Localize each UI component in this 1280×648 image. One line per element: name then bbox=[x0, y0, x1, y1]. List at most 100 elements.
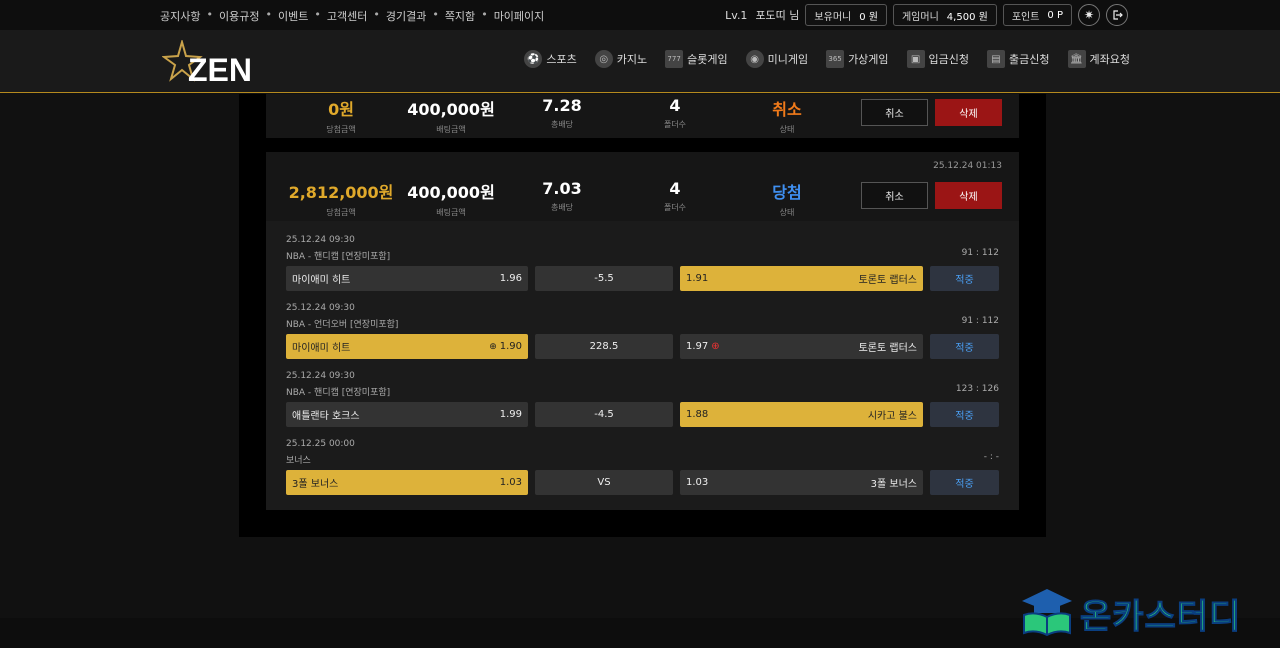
status-label: 상태 bbox=[779, 208, 795, 217]
nav-label: 미니게임 bbox=[767, 53, 809, 66]
link-notice[interactable]: 공지사항 bbox=[160, 8, 200, 24]
away-team-cell[interactable]: 1.97 ⊕ 토론토 랩터스 bbox=[680, 334, 923, 359]
nav-withdraw[interactable]: ▤ 출금신청 bbox=[987, 50, 1050, 68]
match-score: 91 : 112 bbox=[961, 248, 999, 258]
bet-detail-row: 25.12.25 00:00 보너스 - : - 3폴 보너스 1.03 VS … bbox=[286, 439, 999, 499]
nav-deposit[interactable]: ▣ 입금신청 bbox=[906, 50, 970, 68]
withdraw-icon: ▤ bbox=[987, 50, 1006, 68]
home-odds: 1.96 bbox=[499, 273, 522, 284]
top-bar: 공지사항 • 이용규정 • 이벤트 • 고객센터 • 경기결과 • 쪽지함 • 마이페이지 … bbox=[0, 0, 1280, 30]
home-odds: 1.90 bbox=[499, 341, 522, 352]
nav-label: 출금신청 bbox=[1009, 53, 1050, 66]
away-team-name: 토론토 랩터스 bbox=[858, 343, 917, 354]
folder-count: 4 bbox=[669, 179, 681, 198]
handicap-cell[interactable]: -5.5 bbox=[535, 266, 673, 291]
holding-money-label: 보유머니 bbox=[814, 11, 852, 23]
nav-account[interactable]: 🏛 계좌요청 bbox=[1067, 50, 1130, 68]
bet-amount-col: 400,000원 배팅금액 bbox=[386, 179, 516, 218]
away-team-name: 토론토 랩터스 bbox=[858, 275, 917, 286]
total-odds: 7.28 bbox=[542, 96, 582, 115]
match-league: 보너스 bbox=[286, 456, 311, 466]
separator-dot: • bbox=[373, 8, 380, 21]
home-team-cell[interactable]: 3폴 보너스 1.03 bbox=[286, 470, 528, 495]
away-odds-group: 1.97 ⊕ bbox=[686, 341, 720, 352]
total-line-cell[interactable]: 228.5 bbox=[535, 334, 673, 359]
home-odds-group: ⊕ 1.90 bbox=[489, 341, 522, 352]
holding-money-pill[interactable]: 보유머니 0 원 bbox=[805, 4, 887, 26]
home-team-name: 애틀랜타 호크스 bbox=[292, 411, 360, 422]
bet-summary: 2,812,000원 당첨금액 400,000원 배팅금액 7.03 총배당 4… bbox=[266, 152, 1019, 221]
separator-dot: • bbox=[265, 8, 272, 21]
casino-chip-icon: ◎ bbox=[594, 50, 613, 68]
link-support[interactable]: 고객센터 bbox=[327, 8, 367, 24]
result-badge: 적중 bbox=[930, 402, 999, 427]
match-league: NBA - 언더오버 [연장미포함] bbox=[286, 320, 399, 330]
home-team-cell[interactable]: 마이애미 히트 ⊕ 1.90 bbox=[286, 334, 528, 359]
away-team-cell[interactable]: 1.88 시카고 불스 bbox=[680, 402, 923, 427]
delete-button[interactable]: 삭제 bbox=[935, 182, 1002, 209]
bet-slip-card: 0원 당첨금액 400,000원 배팅금액 7.28 총배당 4 폴더수 취소 … bbox=[266, 94, 1019, 138]
match-score: 123 : 126 bbox=[955, 384, 999, 394]
points-pill[interactable]: 포인트 0 P bbox=[1002, 4, 1072, 26]
cancel-button[interactable]: 취소 bbox=[861, 182, 928, 209]
over-arrow-icon: ⊕ bbox=[489, 341, 497, 352]
vs-cell[interactable]: VS bbox=[535, 470, 673, 495]
bet-label: 배팅금액 bbox=[436, 208, 466, 217]
home-odds: 1.03 bbox=[499, 477, 522, 488]
link-rules[interactable]: 이용규정 bbox=[219, 8, 259, 24]
match-date: 25.12.24 09:30 bbox=[286, 371, 355, 381]
nav-label: 카지노 bbox=[616, 53, 648, 66]
nav-label: 스포츠 bbox=[546, 53, 577, 66]
home-team-name: 3폴 보너스 bbox=[292, 479, 339, 490]
main-navbar: ZEN ⚽ 스포츠 ◎ 카지노 777 슬롯게임 ◉ 미니게임 365 가상게임 ▣ 입금신… bbox=[0, 30, 1280, 93]
folders-col: 4 폴더수 bbox=[625, 96, 725, 130]
folder-count: 4 bbox=[669, 96, 681, 115]
game-money-pill[interactable]: 게임머니 4,500 원 bbox=[892, 4, 997, 26]
away-odds: 1.88 bbox=[686, 409, 709, 420]
logout-icon[interactable] bbox=[1106, 4, 1128, 26]
nav-menu: ⚽ 스포츠 ◎ 카지노 777 슬롯게임 ◉ 미니게임 365 가상게임 ▣ 입금신청 ▤ 출… bbox=[524, 50, 1130, 68]
bet365-icon: 365 bbox=[826, 50, 845, 68]
points-value: 0 P bbox=[1047, 9, 1063, 21]
bet-amount: 400,000원 bbox=[407, 183, 495, 202]
match-league: NBA - 핸디캡 [연장미포함] bbox=[286, 388, 391, 398]
soccer-ball-icon: ⚽ bbox=[524, 50, 543, 68]
folders-col: 4 폴더수 bbox=[625, 179, 725, 213]
total-odds-col: 7.28 총배당 bbox=[512, 96, 612, 130]
away-odds: 1.97 bbox=[686, 341, 709, 352]
away-team-cell[interactable]: 1.91 토론토 랩터스 bbox=[680, 266, 923, 291]
nav-label: 슬롯게임 bbox=[687, 53, 728, 66]
odds-label: 총배당 bbox=[550, 203, 574, 212]
link-mypage[interactable]: 마이페이지 bbox=[494, 8, 545, 24]
points-label: 포인트 bbox=[1011, 11, 1040, 23]
match-date: 25.12.25 00:00 bbox=[286, 439, 355, 449]
nav-slot[interactable]: 777 슬롯게임 bbox=[665, 50, 728, 68]
delete-button[interactable]: 삭제 bbox=[935, 99, 1002, 126]
nav-label: 가상게임 bbox=[848, 53, 889, 66]
away-team-cell[interactable]: 1.03 3폴 보너스 bbox=[680, 470, 923, 495]
book-cap-icon bbox=[1022, 589, 1072, 637]
link-messages[interactable]: 쪽지함 bbox=[445, 8, 475, 24]
bet-detail-row: 25.12.24 09:30 NBA - 핸디캡 [연장미포함] 91 : 11… bbox=[286, 235, 999, 295]
separator-dot: • bbox=[432, 8, 439, 21]
link-event[interactable]: 이벤트 bbox=[278, 8, 308, 24]
status-col: 취소 상태 bbox=[737, 96, 837, 135]
bet-detail-list: 25.12.24 09:30 NBA - 핸디캡 [연장미포함] 91 : 11… bbox=[266, 221, 1019, 510]
status-label: 상태 bbox=[779, 125, 795, 134]
nav-virtual[interactable]: 365 가상게임 bbox=[826, 50, 889, 68]
odds-label: 총배당 bbox=[550, 120, 574, 129]
nav-sports[interactable]: ⚽ 스포츠 bbox=[524, 50, 577, 68]
status-col: 당첨 상태 bbox=[737, 179, 837, 218]
home-team-cell[interactable]: 마이애미 히트 1.96 bbox=[286, 266, 528, 291]
bet-detail-row: 25.12.24 09:30 NBA - 언더오버 [연장미포함] 91 : 1… bbox=[286, 303, 999, 363]
cancel-button[interactable]: 취소 bbox=[861, 99, 928, 126]
handicap-cell[interactable]: -4.5 bbox=[535, 402, 673, 427]
link-results[interactable]: 경기결과 bbox=[386, 8, 426, 24]
home-team-cell[interactable]: 애틀랜타 호크스 1.99 bbox=[286, 402, 528, 427]
theme-toggle-icon[interactable]: ✷ bbox=[1078, 4, 1100, 26]
nav-minigame[interactable]: ◉ 미니게임 bbox=[745, 50, 809, 68]
nav-label: 입금신청 bbox=[928, 53, 970, 66]
zen-logo[interactable]: ZEN bbox=[161, 38, 274, 88]
nav-casino[interactable]: ◎ 카지노 bbox=[594, 50, 648, 68]
home-team-name: 마이애미 히트 bbox=[292, 275, 351, 286]
